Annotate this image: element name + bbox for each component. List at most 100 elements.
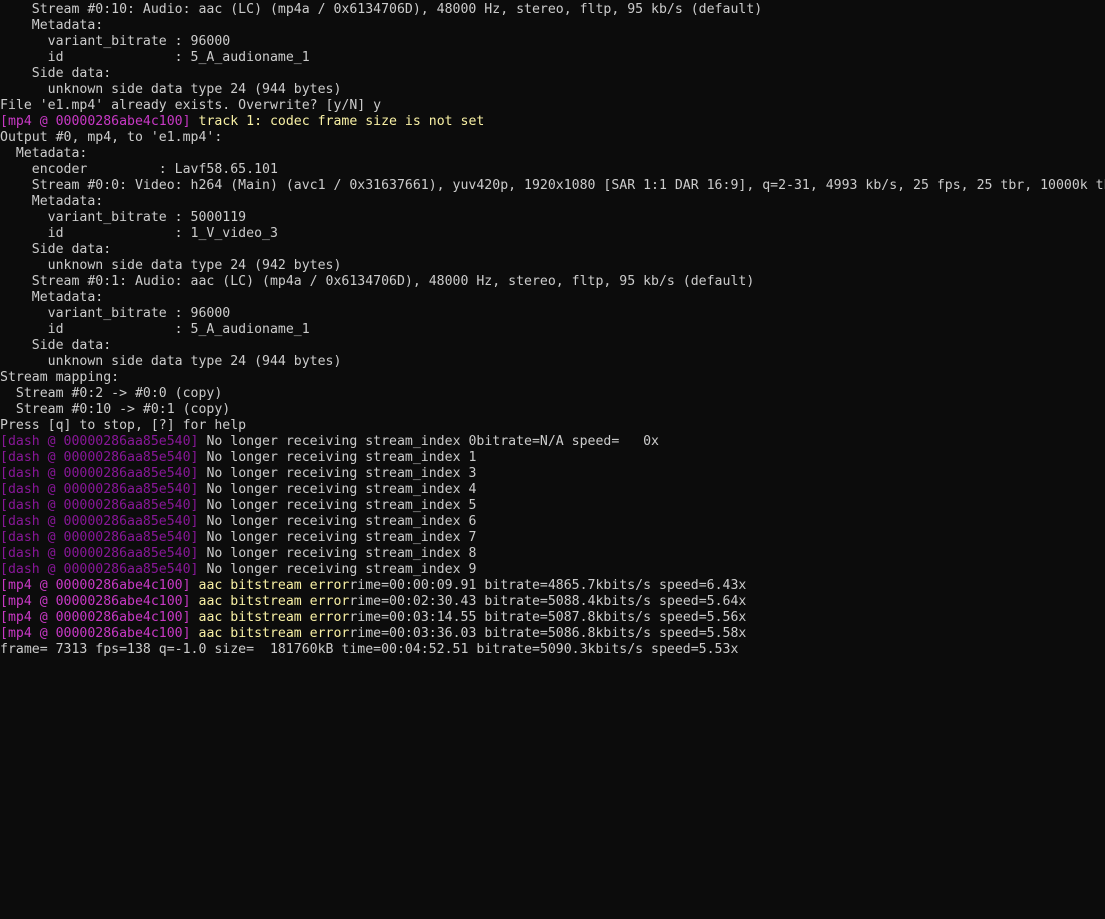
terminal-window[interactable]: Stream #0:10: Audio: aac (LC) (mp4a / 0x… [0, 0, 1105, 919]
terminal-line: [dash @ 00000286aa85e540] No longer rece… [0, 530, 1105, 546]
log-prefix: [mp4 @ 00000286abe4c100] [0, 114, 191, 129]
log-prefix: [dash @ 00000286aa85e540] [0, 546, 199, 561]
terminal-line: variant_bitrate : 96000 [0, 306, 1105, 322]
log-warning: aac bitstream error [190, 594, 350, 609]
terminal-line: Metadata: [0, 146, 1105, 162]
terminal-line: [dash @ 00000286aa85e540] No longer rece… [0, 562, 1105, 578]
terminal-line: File 'e1.mp4' already exists. Overwrite?… [0, 98, 1105, 114]
log-text: encoder : Lavf58.65.101 [0, 162, 278, 177]
terminal-line: encoder : Lavf58.65.101 [0, 162, 1105, 178]
log-text: Metadata: [0, 290, 104, 305]
terminal-line: [mp4 @ 00000286abe4c100] aac bitstream e… [0, 610, 1105, 626]
log-text: No longer receiving stream_index 0bitrat… [198, 434, 659, 449]
terminal-line: Side data: [0, 66, 1105, 82]
terminal-line: [dash @ 00000286aa85e540] No longer rece… [0, 546, 1105, 562]
log-prefix: [mp4 @ 00000286abe4c100] [0, 626, 191, 641]
log-text: variant_bitrate : 5000119 [0, 210, 247, 225]
log-text: No longer receiving stream_index 8 [198, 546, 477, 561]
terminal-line: unknown side data type 24 (944 bytes) [0, 354, 1105, 370]
terminal-line: [dash @ 00000286aa85e540] No longer rece… [0, 482, 1105, 498]
log-text: id : 1_V_video_3 [0, 226, 278, 241]
terminal-line: [dash @ 00000286aa85e540] No longer rece… [0, 466, 1105, 482]
terminal-line: Output #0, mp4, to 'e1.mp4': [0, 130, 1105, 146]
log-prefix: [mp4 @ 00000286abe4c100] [0, 578, 191, 593]
terminal-line: [dash @ 00000286aa85e540] No longer rece… [0, 514, 1105, 530]
terminal-line: Metadata: [0, 194, 1105, 210]
terminal-line: Metadata: [0, 290, 1105, 306]
log-text: No longer receiving stream_index 1 [198, 450, 477, 465]
log-text: Stream #0:10 -> #0:1 (copy) [0, 402, 231, 417]
log-text: Stream #0:2 -> #0:0 (copy) [0, 386, 223, 401]
terminal-line: [mp4 @ 00000286abe4c100] aac bitstream e… [0, 594, 1105, 610]
log-prefix: [mp4 @ 00000286abe4c100] [0, 610, 191, 625]
log-text: id : 5_A_audioname_1 [0, 50, 310, 65]
log-text: unknown side data type 24 (944 bytes) [0, 354, 342, 369]
log-text: rime=00:02:30.43 bitrate=5088.4kbits/s s… [349, 594, 747, 609]
log-text: No longer receiving stream_index 6 [198, 514, 477, 529]
log-text: File 'e1.mp4' already exists. Overwrite?… [0, 98, 382, 113]
terminal-line: unknown side data type 24 (944 bytes) [0, 82, 1105, 98]
terminal-line: Stream #0:10 -> #0:1 (copy) [0, 402, 1105, 418]
log-warning: aac bitstream error [190, 626, 350, 641]
terminal-line: [dash @ 00000286aa85e540] No longer rece… [0, 434, 1105, 450]
terminal-line: Stream #0:2 -> #0:0 (copy) [0, 386, 1105, 402]
log-text: Side data: [0, 66, 112, 81]
log-text: No longer receiving stream_index 9 [198, 562, 477, 577]
log-text: unknown side data type 24 (944 bytes) [0, 82, 342, 97]
log-prefix: [dash @ 00000286aa85e540] [0, 530, 199, 545]
log-text: rime=00:03:36.03 bitrate=5086.8kbits/s s… [349, 626, 747, 641]
log-text: unknown side data type 24 (942 bytes) [0, 258, 342, 273]
terminal-line: variant_bitrate : 96000 [0, 34, 1105, 50]
log-prefix: [dash @ 00000286aa85e540] [0, 514, 199, 529]
terminal-line: [dash @ 00000286aa85e540] No longer rece… [0, 450, 1105, 466]
log-warning: aac bitstream error [190, 610, 350, 625]
log-text: No longer receiving stream_index 5 [198, 498, 477, 513]
log-prefix: [dash @ 00000286aa85e540] [0, 450, 199, 465]
terminal-line: frame= 7313 fps=138 q=-1.0 size= 181760k… [0, 642, 1105, 658]
terminal-line: [mp4 @ 00000286abe4c100] track 1: codec … [0, 114, 1105, 130]
log-text: Press [q] to stop, [?] for help [0, 418, 247, 433]
terminal-line: Stream #0:0: Video: h264 (Main) (avc1 / … [0, 178, 1105, 194]
log-text: Side data: [0, 338, 112, 353]
log-prefix: [dash @ 00000286aa85e540] [0, 562, 199, 577]
log-text: Output #0, mp4, to 'e1.mp4': [0, 130, 223, 145]
log-prefix: [dash @ 00000286aa85e540] [0, 482, 199, 497]
log-text: Stream #0:1: Audio: aac (LC) (mp4a / 0x6… [0, 274, 755, 289]
log-text: rime=00:03:14.55 bitrate=5087.8kbits/s s… [349, 610, 747, 625]
log-prefix: [dash @ 00000286aa85e540] [0, 498, 199, 513]
log-text: frame= 7313 fps=138 q=-1.0 size= 181760k… [0, 642, 739, 657]
log-text: Stream #0:10: Audio: aac (LC) (mp4a / 0x… [0, 2, 763, 17]
log-text: track 1: codec frame size is not set [190, 114, 485, 129]
log-text: Metadata: [0, 194, 104, 209]
log-text: Side data: [0, 242, 112, 257]
log-text: variant_bitrate : 96000 [0, 306, 231, 321]
terminal-line: [dash @ 00000286aa85e540] No longer rece… [0, 498, 1105, 514]
log-text: Stream mapping: [0, 370, 120, 385]
log-text: No longer receiving stream_index 4 [198, 482, 477, 497]
log-text: No longer receiving stream_index 3 [198, 466, 477, 481]
terminal-line: Side data: [0, 338, 1105, 354]
log-prefix: [mp4 @ 00000286abe4c100] [0, 594, 191, 609]
terminal-line: unknown side data type 24 (942 bytes) [0, 258, 1105, 274]
terminal-line: id : 5_A_audioname_1 [0, 50, 1105, 66]
terminal-line: [mp4 @ 00000286abe4c100] aac bitstream e… [0, 626, 1105, 642]
terminal-line: Stream #0:10: Audio: aac (LC) (mp4a / 0x… [0, 2, 1105, 18]
log-text: id : 5_A_audioname_1 [0, 322, 310, 337]
log-text: Metadata: [0, 146, 88, 161]
log-prefix: [dash @ 00000286aa85e540] [0, 466, 199, 481]
log-text: No longer receiving stream_index 7 [198, 530, 477, 545]
terminal-line: id : 5_A_audioname_1 [0, 322, 1105, 338]
terminal-line: Side data: [0, 242, 1105, 258]
log-prefix: [dash @ 00000286aa85e540] [0, 434, 199, 449]
terminal-line: Stream #0:1: Audio: aac (LC) (mp4a / 0x6… [0, 274, 1105, 290]
terminal-line: id : 1_V_video_3 [0, 226, 1105, 242]
terminal-line: Stream mapping: [0, 370, 1105, 386]
log-warning: aac bitstream error [190, 578, 350, 593]
terminal-line: Press [q] to stop, [?] for help [0, 418, 1105, 434]
terminal-line: variant_bitrate : 5000119 [0, 210, 1105, 226]
log-text: rime=00:00:09.91 bitrate=4865.7kbits/s s… [349, 578, 747, 593]
log-text: variant_bitrate : 96000 [0, 34, 231, 49]
log-text: Stream #0:0: Video: h264 (Main) (avc1 / … [31, 178, 1105, 193]
log-text: Metadata: [0, 18, 104, 33]
terminal-line: Metadata: [0, 18, 1105, 34]
